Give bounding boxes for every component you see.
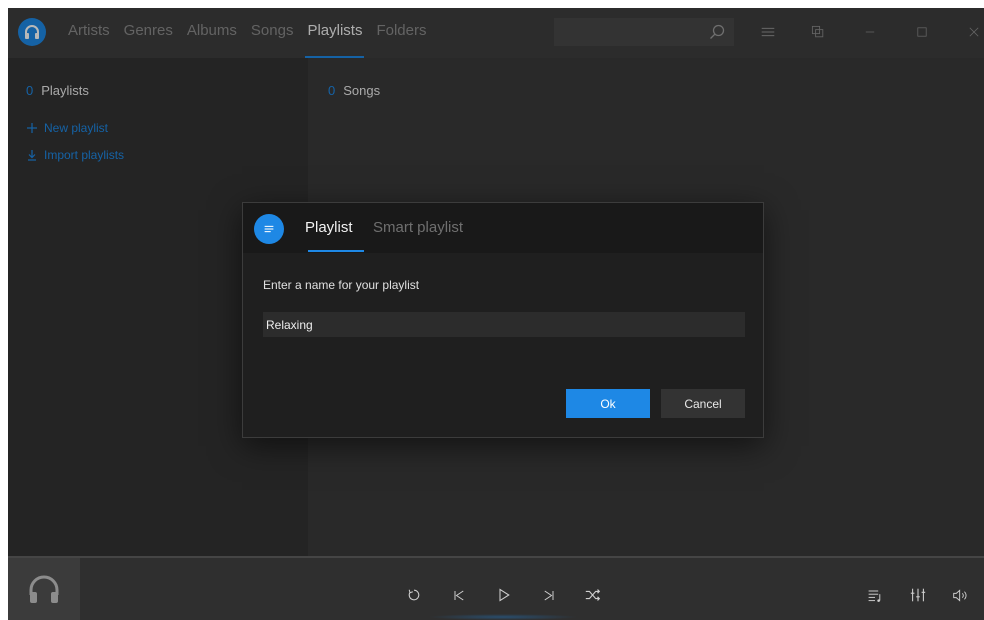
- playback-glow: [428, 614, 578, 620]
- new-playlist-dialog: Playlist Smart playlist Enter a name for…: [242, 202, 764, 438]
- playlists-header: 0 Playlists: [26, 83, 89, 98]
- minimize-icon[interactable]: [860, 22, 880, 42]
- hamburger-menu-icon[interactable]: [758, 22, 778, 42]
- shuffle-icon[interactable]: [583, 585, 603, 605]
- player-bar: [8, 556, 984, 620]
- play-icon[interactable]: [494, 585, 514, 605]
- new-playlist-label: New playlist: [44, 121, 109, 135]
- playlists-title: Playlists: [41, 83, 89, 98]
- close-icon[interactable]: [964, 22, 984, 42]
- headphones-placeholder-icon: [29, 575, 59, 603]
- main-nav: Artists Genres Albums Songs Playlists Fo…: [68, 22, 441, 58]
- tab-playlists[interactable]: Playlists: [305, 22, 369, 58]
- tab-artists[interactable]: Artists: [68, 22, 117, 58]
- volume-icon[interactable]: [950, 585, 970, 605]
- tab-songs[interactable]: Songs: [251, 22, 301, 58]
- tab-genres[interactable]: Genres: [124, 22, 180, 58]
- dialog-prompt: Enter a name for your playlist: [263, 278, 420, 292]
- mini-player-icon[interactable]: [808, 22, 828, 42]
- songs-count: 0: [328, 83, 336, 98]
- active-tab-indicator: [308, 250, 364, 252]
- album-art: [8, 558, 80, 620]
- headphones-icon[interactable]: [18, 18, 46, 46]
- dialog-tab-smart-playlist[interactable]: Smart playlist: [373, 219, 463, 236]
- ok-button[interactable]: Ok: [566, 389, 650, 418]
- repeat-icon[interactable]: [404, 585, 424, 605]
- app-window: Artists Genres Albums Songs Playlists Fo…: [8, 8, 984, 620]
- dialog-header: Playlist Smart playlist: [243, 203, 763, 253]
- equalizer-icon[interactable]: [908, 585, 928, 605]
- previous-track-icon[interactable]: [449, 585, 469, 605]
- songs-title: Songs: [343, 83, 381, 98]
- next-track-icon[interactable]: [538, 585, 558, 605]
- playlist-list-icon: [254, 214, 284, 244]
- maximize-icon[interactable]: [912, 22, 932, 42]
- cancel-button[interactable]: Cancel: [661, 389, 745, 418]
- new-playlist-button[interactable]: New playlist: [26, 121, 108, 135]
- songs-header: 0 Songs: [328, 83, 380, 98]
- tab-albums[interactable]: Albums: [187, 22, 244, 58]
- top-bar: Artists Genres Albums Songs Playlists Fo…: [8, 8, 984, 58]
- now-playing-queue-icon[interactable]: [865, 585, 885, 605]
- search-input[interactable]: [554, 18, 734, 46]
- plus-icon: [27, 123, 37, 133]
- tab-folders[interactable]: Folders: [376, 22, 433, 58]
- download-icon: [28, 150, 36, 161]
- import-playlists-button[interactable]: Import playlists: [26, 148, 124, 162]
- playlists-count: 0: [26, 83, 34, 98]
- search-icon[interactable]: [708, 23, 726, 41]
- playlist-name-input[interactable]: [263, 312, 745, 337]
- dialog-tab-playlist[interactable]: Playlist: [305, 219, 353, 236]
- import-playlists-label: Import playlists: [44, 148, 125, 162]
